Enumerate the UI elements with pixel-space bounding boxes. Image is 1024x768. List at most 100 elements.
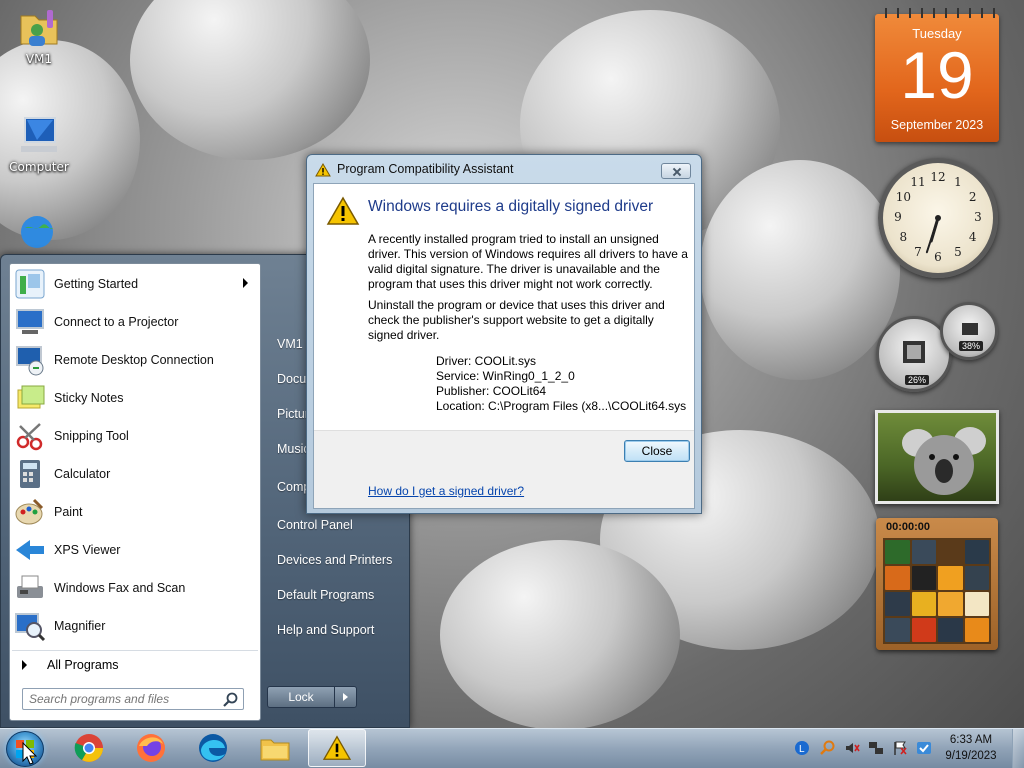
- mouse-cursor-icon: [22, 742, 38, 765]
- language-icon[interactable]: L: [794, 740, 810, 756]
- magnifier-icon: [15, 613, 46, 642]
- puzzle-tile[interactable]: [885, 540, 910, 564]
- taskbar-chrome[interactable]: [60, 729, 118, 767]
- puzzle-tile[interactable]: [938, 540, 963, 564]
- cpu-usage: 26%: [905, 375, 930, 385]
- memory-icon: [962, 323, 978, 335]
- message-line: program that uses this driver might not …: [368, 277, 653, 291]
- folder-icon: [260, 739, 290, 761]
- network-icon[interactable]: [868, 740, 884, 756]
- calculator-icon: [20, 460, 40, 488]
- desktop-icon-label: VM1: [25, 52, 53, 66]
- puzzle-tile[interactable]: [885, 592, 910, 616]
- puzzle-tile[interactable]: [911, 592, 936, 616]
- places-link-help-support[interactable]: Help and Support: [269, 616, 405, 644]
- dialog-heading: Windows requires a digitally signed driv…: [368, 198, 654, 215]
- program-label: Connect to a Projector: [54, 315, 179, 329]
- program-sticky-notes[interactable]: Sticky Notes: [12, 380, 258, 416]
- remote-desktop-icon: [16, 346, 44, 376]
- program-magnifier[interactable]: Magnifier: [12, 608, 258, 644]
- program-snipping-tool[interactable]: Snipping Tool: [12, 418, 258, 454]
- taskbar-firefox[interactable]: [122, 729, 180, 767]
- security-icon[interactable]: [916, 740, 932, 756]
- puzzle-grid: [883, 538, 991, 644]
- dialog-body: Windows requires a digitally signed driv…: [313, 183, 695, 509]
- desktop-icon-network[interactable]: [4, 212, 74, 258]
- driver-location: Location: C:\Program Files (x8...\COOLit…: [436, 399, 687, 413]
- search-tray-icon[interactable]: [820, 740, 836, 756]
- puzzle-tile[interactable]: [964, 566, 989, 590]
- memory-meter-gauge[interactable]: 38%: [940, 302, 998, 360]
- memory-usage: 38%: [959, 341, 984, 351]
- desktop-icon-computer[interactable]: Computer: [4, 114, 74, 174]
- puzzle-tile[interactable]: [911, 566, 936, 590]
- puzzle-tile[interactable]: [885, 566, 910, 590]
- puzzle-tile[interactable]: [964, 592, 989, 616]
- close-icon[interactable]: [661, 163, 691, 179]
- lock-button[interactable]: Lock: [267, 686, 357, 708]
- firefox-icon: [137, 734, 165, 762]
- calendar-gadget[interactable]: Tuesday 19 September 2023: [875, 8, 999, 142]
- message-line: driver. This version of Windows requires…: [368, 247, 688, 261]
- puzzle-tile[interactable]: [911, 618, 936, 642]
- dialog-titlebar[interactable]: Program Compatibility Assistant: [307, 155, 701, 183]
- warning-icon: [322, 735, 352, 760]
- places-link-control-panel[interactable]: Control Panel: [269, 511, 405, 539]
- puzzle-tile[interactable]: [911, 540, 936, 564]
- program-xps-viewer[interactable]: XPS Viewer: [12, 532, 258, 568]
- puzzle-tile[interactable]: [964, 618, 989, 642]
- program-remote-desktop[interactable]: Remote Desktop Connection: [12, 342, 258, 378]
- picture-puzzle-gadget[interactable]: 00:00:00: [876, 518, 998, 650]
- shutdown-options-arrow[interactable]: [334, 687, 356, 707]
- desktop-icon-vm1[interactable]: VM1: [4, 6, 74, 66]
- signed-driver-help-link[interactable]: How do I get a signed driver?: [368, 484, 524, 498]
- places-link-default-programs[interactable]: Default Programs: [269, 581, 405, 609]
- search-icon[interactable]: [223, 692, 239, 708]
- slideshow-gadget[interactable]: [875, 410, 999, 504]
- desktop-icon-label: Computer: [9, 160, 69, 174]
- wallpaper-shape: [440, 540, 680, 730]
- volume-muted-icon[interactable]: [844, 740, 860, 756]
- program-label: Windows Fax and Scan: [54, 581, 186, 595]
- calendar-month-year: September 2023: [890, 118, 984, 132]
- taskbar-compatibility-assistant[interactable]: [308, 729, 366, 767]
- taskbar-edge[interactable]: [184, 729, 242, 767]
- all-programs-button[interactable]: All Programs: [12, 650, 258, 678]
- clock-gadget[interactable]: 12 1 2 3 4 5 6 7 8 9 10 11: [878, 158, 998, 278]
- action-center-flag-icon[interactable]: [892, 740, 908, 756]
- getting-started-icon: [15, 269, 45, 299]
- driver-name: Driver: COOLit.sys: [436, 354, 537, 368]
- program-label: Sticky Notes: [54, 391, 124, 405]
- search-input[interactable]: [23, 689, 213, 709]
- program-connect-projector[interactable]: Connect to a Projector: [12, 304, 258, 340]
- program-calculator[interactable]: Calculator: [12, 456, 258, 492]
- places-link-devices-printers[interactable]: Devices and Printers: [269, 546, 405, 574]
- close-button[interactable]: Close: [624, 440, 690, 462]
- dialog-advice: Uninstall the program or device that use…: [368, 298, 690, 343]
- program-paint[interactable]: Paint: [12, 494, 258, 530]
- program-getting-started[interactable]: Getting Started: [12, 266, 258, 302]
- puzzle-tile[interactable]: [938, 592, 963, 616]
- dialog-title: Program Compatibility Assistant: [337, 162, 514, 176]
- chip-icon: [903, 341, 925, 363]
- xps-viewer-icon: [16, 540, 44, 560]
- network-globe-icon: [21, 216, 53, 248]
- program-label: Magnifier: [54, 619, 106, 633]
- puzzle-tile[interactable]: [964, 540, 989, 564]
- program-fax-scan[interactable]: Windows Fax and Scan: [12, 570, 258, 606]
- show-desktop-button[interactable]: [1012, 729, 1024, 768]
- puzzle-tile[interactable]: [938, 618, 963, 642]
- puzzle-tile[interactable]: [885, 618, 910, 642]
- scissors-icon: [16, 423, 43, 451]
- taskbar-clock[interactable]: 6:33 AM 9/19/2023: [940, 732, 1002, 764]
- sticky-notes-icon: [17, 385, 45, 409]
- user-folder-icon: [20, 10, 58, 46]
- taskbar-explorer[interactable]: [246, 729, 304, 767]
- driver-service: Service: WinRing0_1_2_0: [436, 369, 575, 383]
- message-line: check the publisher's support website to…: [368, 313, 654, 327]
- all-programs-label: All Programs: [47, 657, 119, 672]
- calendar-day: 19: [900, 38, 974, 112]
- puzzle-tile[interactable]: [938, 566, 963, 590]
- message-line: signed driver.: [368, 328, 440, 342]
- search-programs-field[interactable]: [22, 688, 244, 710]
